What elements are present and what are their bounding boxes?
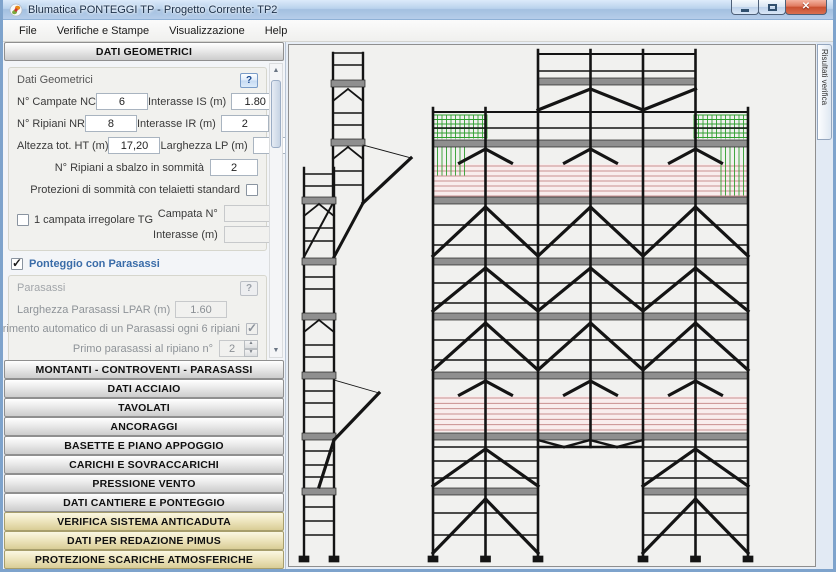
interasse-ir-label: Interasse IR (m) [137,118,221,130]
section-header-pressione-vento[interactable]: PRESSIONE VENTO [4,474,284,493]
help-button[interactable]: ? [240,73,258,88]
menu-item-help[interactable]: Help [255,22,298,40]
right-strip: Risultati verifica [816,42,833,569]
menu-item-verifiche-e-stampe[interactable]: Verifiche e Stampe [47,22,159,40]
spinner-down-icon[interactable]: ▼ [244,349,258,358]
menu-item-file[interactable]: File [9,22,47,40]
larghezza-label: Larghezza LP (m) [160,140,252,152]
spinner-up-icon[interactable]: ▲ [244,340,258,349]
section-header-dati-cantiere-e-ponteggio[interactable]: DATI CANTIERE E PONTEGGIO [4,493,284,512]
drawing-canvas[interactable] [288,44,816,567]
sbalzo-label: N° Ripiani a sbalzo in sommità [55,162,210,174]
section-header-dati-acciaio[interactable]: DATI ACCIAIO [4,379,284,398]
close-icon: ✕ [802,2,810,12]
scrollbar-up-icon[interactable]: ▲ [270,64,282,77]
help-button-disabled[interactable]: ? [240,281,258,296]
campata-n-label: Campata N° [158,208,224,220]
titlebar[interactable]: Blumatica PONTEGGI TP - Progetto Corrent… [3,0,833,20]
panel-scrollbar[interactable]: ▲ ▼ [269,63,283,358]
scrollbar-thumb[interactable] [271,80,281,148]
campata-irregolare-label: 1 campata irregolare TG [34,214,153,226]
campate-input[interactable] [96,93,148,110]
primo-parasassi-label: Primo parasassi al ripiano n° [73,343,219,355]
minimize-button[interactable] [731,0,759,15]
sbalzo-input[interactable] [210,159,258,176]
window-title: Blumatica PONTEGGI TP - Progetto Corrent… [28,4,277,16]
close-button[interactable]: ✕ [785,0,827,15]
menubar: FileVerifiche e StampeVisualizzazioneHel… [3,20,833,42]
panel-scroll-area: Dati Geometrici ? N° Campate NC Interass… [3,61,285,360]
section-header-ancoraggi[interactable]: ANCORAGGI [4,417,284,436]
interasse-tg-label: Interasse (m) [153,229,224,241]
scrollbar-down-icon[interactable]: ▼ [270,344,282,357]
section-header-carichi-e-sovraccarichi[interactable]: CARICHI E SOVRACCARICHI [4,455,284,474]
minimize-icon [741,9,749,12]
tab-risultati-verifica-label: Risultati verifica [820,45,829,139]
groupbox-title: Parasassi [17,282,65,294]
section-header-tavolati[interactable]: TAVOLATI [4,398,284,417]
ripiani-label: N° Ripiani NR [17,118,85,130]
section-header-dati-per-redazione-pimus[interactable]: DATI PER REDAZIONE PIMUS [4,531,284,550]
section-header-protezione-scariche-atmosferiche[interactable]: PROTEZIONE SCARICHE ATMOSFERICHE [4,550,284,569]
primo-parasassi-spinner: ▲ ▼ [219,340,258,357]
tab-risultati-verifica[interactable]: Risultati verifica [817,44,832,140]
ponteggio-parasassi-checkbox[interactable] [11,258,23,270]
ripiani-input[interactable] [85,115,137,132]
scaffold-drawing [289,45,816,566]
interasse-ir-input[interactable] [221,115,269,132]
maximize-icon [768,4,777,11]
groupbox-title: Dati Geometrici [17,74,93,86]
ponteggio-parasassi-label: Ponteggio con Parasassi [29,258,160,270]
groupbox-dati-geometrici: Dati Geometrici ? N° Campate NC Interass… [8,67,267,251]
interasse-is-label: Interasse IS (m) [148,96,231,108]
section-header-montanti-controventi-parasassi[interactable]: MONTANTI - CONTROVENTI - PARASASSI [4,360,284,379]
altezza-label: Altezza tot. HT (m) [17,140,108,152]
primo-parasassi-input[interactable] [219,340,245,357]
accordion-sections: MONTANTI - CONTROVENTI - PARASASSIDATI A… [3,360,285,569]
protezioni-label: Protezioni di sommità con telaietti stan… [30,184,246,196]
app-logo-icon [9,3,23,17]
maximize-button[interactable] [758,0,786,15]
section-header-dati-geometrici[interactable]: DATI GEOMETRICI [4,42,284,61]
campata-irregolare-checkbox[interactable] [17,214,29,226]
protezioni-checkbox[interactable] [246,184,258,196]
parasassi-auto-checkbox[interactable] [246,323,258,335]
left-panel: DATI GEOMETRICI Dati Geometrici ? N° Cam… [3,42,286,569]
parasassi-auto-label: Inserimento automatico di un Parasassi o… [3,323,246,335]
scrollbar-track[interactable] [270,77,282,344]
section-header-verifica-sistema-anticaduta[interactable]: VERIFICA SISTEMA ANTICADUTA [4,512,284,531]
altezza-input[interactable] [108,137,160,154]
campate-label: N° Campate NC [17,96,96,108]
groupbox-parasassi: Parasassi ? Larghezza Parasassi LPAR (m)… [8,275,267,360]
app-window: Blumatica PONTEGGI TP - Progetto Corrent… [0,0,836,572]
menu-item-visualizzazione[interactable]: Visualizzazione [159,22,255,40]
larghezza-parasassi-input[interactable] [175,301,227,318]
larghezza-parasassi-label: Larghezza Parasassi LPAR (m) [17,304,175,316]
section-header-basette-e-piano-appoggio[interactable]: BASETTE E PIANO APPOGGIO [4,436,284,455]
